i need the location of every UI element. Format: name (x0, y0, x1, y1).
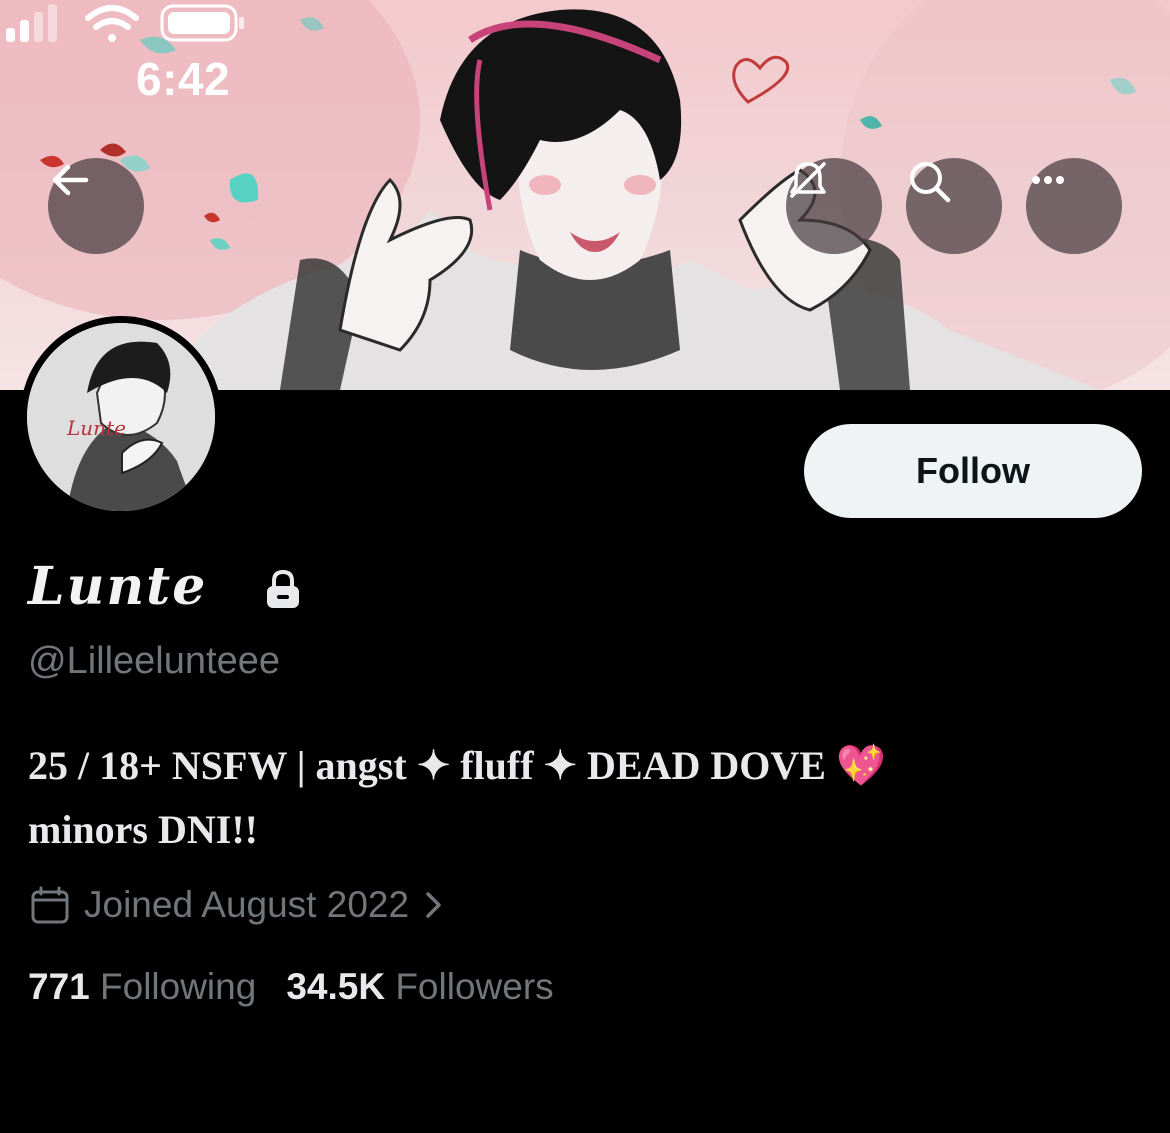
followers-link[interactable]: 34.5K Followers (286, 966, 553, 1008)
battery-icon (160, 4, 244, 42)
search-button[interactable] (906, 158, 1002, 254)
search-icon (910, 162, 951, 203)
following-count: 771 (28, 966, 90, 1007)
avatar-artwork: Lunte (27, 323, 215, 511)
svg-text:Lunte: Lunte (66, 416, 126, 440)
more-options-button[interactable] (1026, 158, 1122, 254)
calendar-icon (31, 886, 69, 924)
joined-date-row[interactable]: Joined August 2022 (30, 882, 445, 928)
display-name: Lunte (28, 556, 208, 617)
followers-label: Followers (395, 966, 554, 1007)
notifications-button[interactable] (786, 158, 882, 254)
sparkling-heart-emoji: 💖 (835, 743, 886, 788)
bio-text: 25 / 18+ NSFW | angst ✦ fluff ✦ DEAD DOV… (28, 743, 826, 788)
profile-avatar[interactable]: Lunte (20, 316, 222, 518)
back-button[interactable] (48, 158, 144, 254)
notifications-off-icon (790, 162, 826, 198)
avatar-image: Lunte (27, 323, 215, 511)
profile-handle: @Lilleelunteee (28, 640, 280, 682)
status-bar-icons (6, 4, 244, 42)
lock-icon (267, 570, 299, 608)
following-link[interactable]: 771 Following (28, 966, 256, 1008)
wifi-icon (85, 5, 139, 42)
follow-stats: 771 Following 34.5K Followers (28, 966, 554, 1008)
chevron-right-icon (426, 892, 441, 918)
follow-button[interactable]: Follow (804, 424, 1142, 518)
cellular-signal-icon (6, 4, 57, 42)
back-arrow-icon (52, 164, 89, 196)
more-icon (1032, 176, 1064, 184)
bio-line-1: 25 / 18+ NSFW | angst ✦ fluff ✦ DEAD DOV… (28, 734, 1148, 798)
followers-count: 34.5K (286, 966, 386, 1007)
following-label: Following (100, 966, 257, 1007)
status-bar-time: 6:42 (136, 53, 231, 105)
bio-line-2: minors DNI!! (28, 807, 258, 852)
profile-bio: 25 / 18+ NSFW | angst ✦ fluff ✦ DEAD DOV… (28, 734, 1148, 862)
joined-date: Joined August 2022 (84, 884, 410, 925)
